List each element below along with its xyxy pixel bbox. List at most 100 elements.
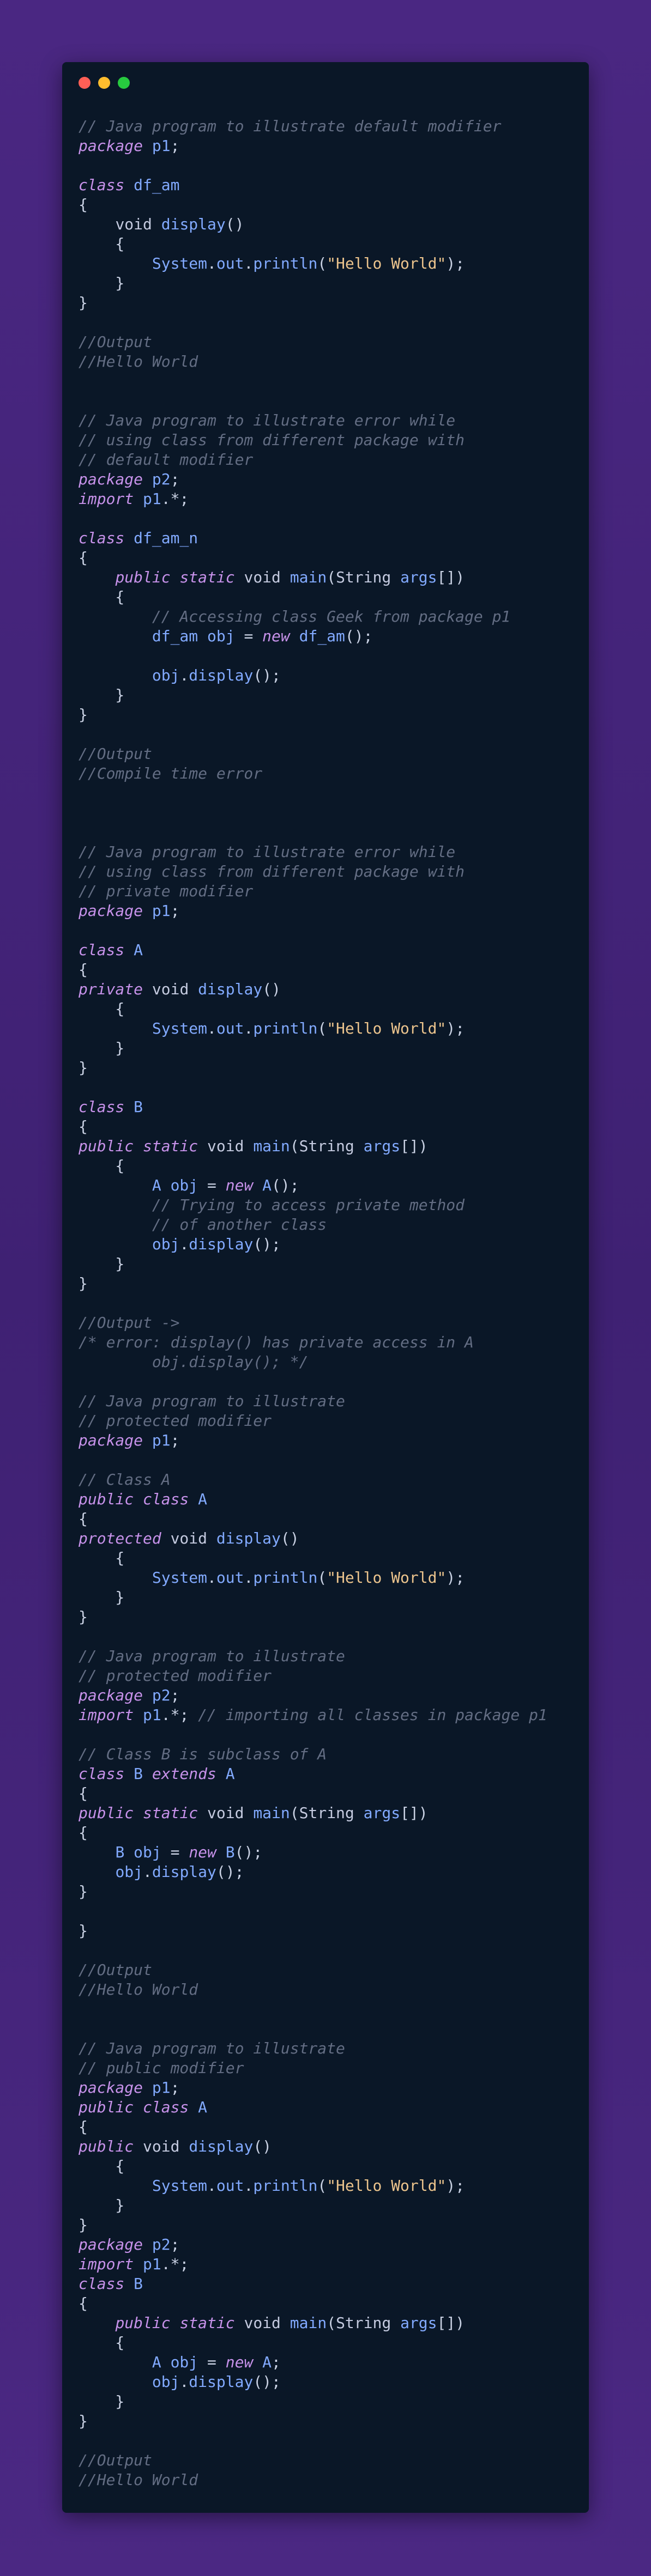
code-line: } (79, 1921, 578, 1941)
code-line: System.out.println("Hello World"); (79, 1019, 578, 1038)
code-token-func: main (290, 2314, 327, 2332)
code-line: } (79, 2196, 578, 2215)
code-line: import p1.*; (79, 489, 578, 509)
window-controls (79, 77, 130, 89)
code-line: { (79, 2117, 578, 2137)
code-token-string: "Hello World" (327, 1019, 447, 1037)
maximize-dot-icon[interactable] (118, 77, 130, 89)
code-token-plain: ( (327, 2314, 336, 2332)
code-token-plain: (); (272, 1176, 299, 1194)
code-line: } (79, 2411, 578, 2431)
code-token-comment: // Accessing class Geek from package p1 (152, 607, 511, 625)
code-token-keyword: package (79, 902, 143, 920)
code-token-plain: } (79, 1274, 88, 1292)
code-line: //Compile time error (79, 764, 578, 783)
code-token-type: String (336, 2314, 391, 2332)
code-token-plain: . (207, 1019, 216, 1037)
code-token-func: println (253, 2177, 318, 2195)
code-line: // Java program to illustrate error whil… (79, 842, 578, 862)
code-token-comment: // of another class (152, 1216, 327, 1234)
code-token-type: String (299, 1137, 354, 1155)
code-line: // default modifier (79, 450, 578, 470)
code-token-type: void (170, 1529, 208, 1547)
code-line: class df_am (79, 175, 578, 195)
code-token-plain: .*; (161, 2255, 189, 2273)
code-token-ident: p1 (143, 490, 161, 508)
code-token-ident: obj (152, 2373, 180, 2391)
code-line: { (79, 1117, 578, 1137)
code-token-comment: obj.display(); */ (79, 1353, 309, 1371)
minimize-dot-icon[interactable] (98, 77, 110, 89)
code-line: } (79, 1588, 578, 1607)
code-token-plain: . (244, 1019, 254, 1037)
code-line: obj.display(); (79, 1235, 578, 1254)
code-line: { (79, 2156, 578, 2176)
code-token-string: "Hello World" (327, 2177, 447, 2195)
code-line: { (79, 1784, 578, 1803)
code-line: { (79, 587, 578, 607)
code-token-keyword: public (79, 1490, 134, 1508)
code-line: { (79, 1548, 578, 1568)
code-token-plain: } (79, 1059, 88, 1077)
code-line: // Java program to illustrate default mo… (79, 117, 578, 136)
code-line: { (79, 1156, 578, 1176)
code-line: protected void display() (79, 1529, 578, 1548)
code-token-type: void (244, 2314, 281, 2332)
code-token-keyword: class (79, 176, 125, 194)
code-token-plain: . (143, 1863, 152, 1881)
code-token-comment: /* error: display() has private access i… (79, 1333, 474, 1351)
code-token-ident: args (400, 568, 437, 586)
code-token-comment: //Output (79, 745, 152, 763)
code-token-comment: // protected modifier (79, 1412, 272, 1430)
code-token-ident: df_am (134, 176, 180, 194)
code-line: /* error: display() has private access i… (79, 1333, 578, 1352)
code-token-keyword: public (115, 2314, 171, 2332)
code-token-comment: // Class B is subclass of A (79, 1745, 327, 1763)
code-token-plain: ; (170, 2079, 180, 2097)
code-token-keyword: new (225, 2353, 254, 2371)
code-line: System.out.println("Hello World"); (79, 254, 578, 274)
code-token-plain: { (79, 2334, 125, 2352)
code-token-func: println (253, 254, 318, 272)
code-line: // Accessing class Geek from package p1 (79, 607, 578, 627)
code-line: { (79, 1823, 578, 1843)
code-token-plain: { (79, 235, 125, 253)
code-token-plain: ( (317, 1569, 327, 1587)
code-line: obj.display(); (79, 666, 578, 685)
code-token-ident: A (152, 1176, 161, 1194)
code-line: // Java program to illustrate error whil… (79, 411, 578, 430)
code-line: public static void main(String args[]) (79, 2313, 578, 2333)
code-token-plain: []) (437, 2314, 465, 2332)
code-token-plain: { (79, 1784, 88, 1802)
code-token-plain: .*; (161, 490, 189, 508)
code-line: { (79, 1509, 578, 1529)
close-dot-icon[interactable] (79, 77, 91, 89)
code-token-keyword: protected (79, 1529, 161, 1547)
code-line: { (79, 195, 578, 215)
code-token-keyword: static (179, 2314, 235, 2332)
code-token-plain: { (79, 588, 125, 606)
code-line: // Class A (79, 1470, 578, 1490)
